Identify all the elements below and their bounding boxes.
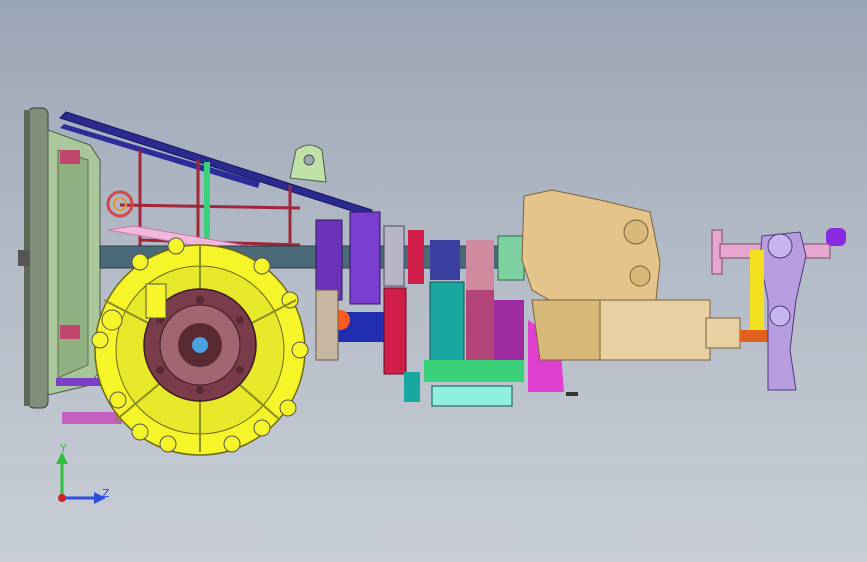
z-axis-label: Z [102, 487, 110, 500]
shift-rail [59, 111, 373, 217]
lifting-eye [289, 144, 327, 183]
transfer-case [521, 189, 770, 361]
green-bracket [204, 162, 210, 242]
flywheel [18, 107, 49, 409]
3d-viewport[interactable]: Y Z [0, 0, 867, 562]
rear-mount-bracket [711, 228, 846, 391]
y-axis-label: Y [60, 442, 67, 455]
axis-triad [56, 452, 106, 504]
x-axis-origin-icon [58, 494, 66, 502]
breather-fitting [145, 283, 167, 319]
